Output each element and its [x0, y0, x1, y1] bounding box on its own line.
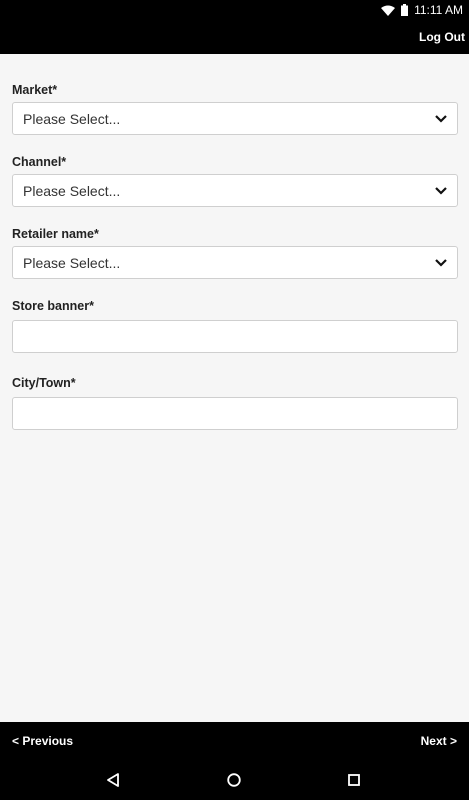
back-icon[interactable]: [103, 770, 123, 790]
wifi-icon: [381, 5, 396, 16]
wizard-footer: < Previous Next >: [0, 722, 469, 760]
market-label: Market*: [12, 83, 58, 97]
market-select-value: Please Select...: [23, 110, 121, 127]
chevron-down-icon: [435, 114, 447, 123]
system-nav-bar: [0, 760, 469, 800]
recents-icon[interactable]: [344, 770, 364, 790]
app-header: Log Out: [0, 20, 469, 54]
channel-label: Channel*: [12, 155, 67, 169]
battery-icon: [401, 4, 409, 16]
market-select[interactable]: Please Select...: [12, 102, 458, 135]
previous-button[interactable]: < Previous: [12, 734, 73, 748]
city-label: City/Town*: [12, 376, 76, 390]
chevron-down-icon: [435, 186, 447, 195]
city-input[interactable]: [12, 397, 458, 430]
status-bar: 11:11 AM: [0, 0, 469, 20]
channel-select[interactable]: Please Select...: [12, 174, 458, 207]
home-icon[interactable]: [224, 770, 244, 790]
clock: 11:11 AM: [414, 3, 463, 17]
logout-button[interactable]: Log Out: [419, 26, 465, 48]
retailer-label: Retailer name*: [12, 227, 99, 241]
chevron-down-icon: [435, 258, 447, 267]
store-banner-input[interactable]: [12, 320, 458, 353]
store-banner-label: Store banner*: [12, 299, 94, 313]
retailer-select-value: Please Select...: [23, 254, 121, 271]
channel-select-value: Please Select...: [23, 182, 121, 199]
next-button[interactable]: Next >: [421, 734, 457, 748]
retailer-select[interactable]: Please Select...: [12, 246, 458, 279]
